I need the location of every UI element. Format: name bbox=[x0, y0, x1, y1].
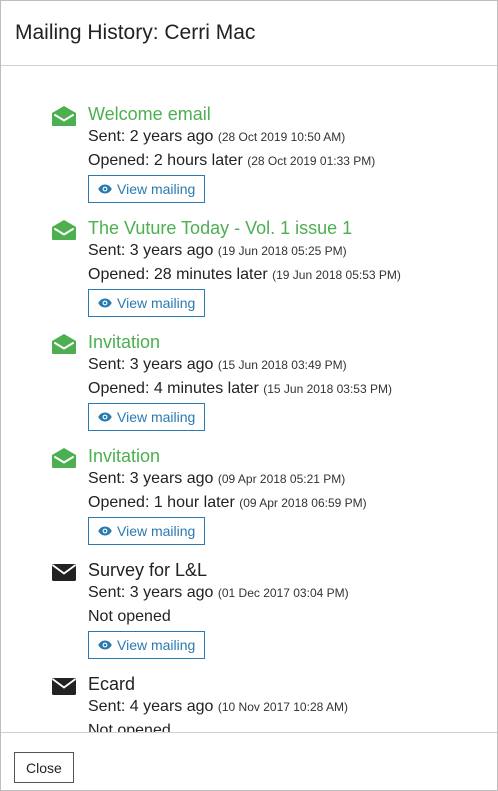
sent-line: Sent: 2 years ago (28 Oct 2019 10:50 AM) bbox=[88, 125, 489, 149]
sent-timestamp: (10 Nov 2017 10:28 AM) bbox=[217, 700, 348, 714]
eye-icon bbox=[98, 412, 112, 422]
dialog-body[interactable]: Welcome email Sent: 2 years ago (28 Oct … bbox=[1, 67, 497, 732]
view-mailing-label: View mailing bbox=[117, 181, 196, 197]
mailing-content: Invitation Sent: 3 years ago (09 Apr 201… bbox=[88, 445, 489, 545]
opened-line: Opened: 28 minutes later (19 Jun 2018 05… bbox=[88, 263, 489, 287]
opened-line: Opened: 1 hour later (09 Apr 2018 06:59 … bbox=[88, 491, 489, 515]
sent-timestamp: (19 Jun 2018 05:25 PM) bbox=[217, 244, 347, 258]
mailing-content: Survey for L&L Sent: 3 years ago (01 Dec… bbox=[88, 559, 489, 659]
eye-icon bbox=[98, 640, 112, 650]
mailing-title: The Vuture Today - Vol. 1 issue 1 bbox=[88, 218, 353, 238]
sent-text: Sent: 3 years ago bbox=[88, 242, 214, 259]
sent-text: Sent: 2 years ago bbox=[88, 128, 214, 145]
opened-timestamp: (15 Jun 2018 03:53 PM) bbox=[263, 382, 392, 396]
mailing-list: Welcome email Sent: 2 years ago (28 Oct … bbox=[1, 103, 497, 732]
sent-line: Sent: 3 years ago (09 Apr 2018 05:21 PM) bbox=[88, 467, 489, 491]
envelope-open-icon bbox=[51, 447, 77, 469]
eye-icon bbox=[98, 298, 112, 308]
mailing-item: Invitation Sent: 3 years ago (15 Jun 201… bbox=[1, 331, 497, 445]
dialog-title: Mailing History: Cerri Mac bbox=[15, 21, 256, 44]
opened-text: Opened: 1 hour later bbox=[88, 494, 235, 511]
mailing-item: Survey for L&L Sent: 3 years ago (01 Dec… bbox=[1, 559, 497, 673]
sent-timestamp: (01 Dec 2017 03:04 PM) bbox=[217, 586, 349, 600]
opened-line: Opened: 2 hours later (28 Oct 2019 01:33… bbox=[88, 149, 489, 173]
envelope-open-icon bbox=[51, 333, 77, 355]
mailing-title: Ecard bbox=[88, 674, 136, 694]
envelope-open-icon bbox=[51, 105, 77, 127]
view-mailing-label: View mailing bbox=[117, 295, 196, 311]
view-mailing-button[interactable]: View mailing bbox=[88, 403, 206, 431]
opened-timestamp: (28 Oct 2019 01:33 PM) bbox=[247, 154, 376, 168]
opened-text: Opened: 2 hours later bbox=[88, 152, 243, 169]
sent-line: Sent: 3 years ago (15 Jun 2018 03:49 PM) bbox=[88, 353, 489, 377]
view-mailing-label: View mailing bbox=[117, 409, 196, 425]
sent-text: Sent: 3 years ago bbox=[88, 356, 214, 373]
view-mailing-button[interactable]: View mailing bbox=[88, 175, 206, 203]
envelope-open-icon bbox=[51, 219, 77, 241]
view-mailing-label: View mailing bbox=[117, 523, 196, 539]
sent-line: Sent: 3 years ago (19 Jun 2018 05:25 PM) bbox=[88, 239, 489, 263]
view-mailing-button[interactable]: View mailing bbox=[88, 631, 206, 659]
view-mailing-button[interactable]: View mailing bbox=[88, 289, 206, 317]
close-button[interactable]: Close bbox=[14, 752, 74, 783]
opened-line: Opened: 4 minutes later (15 Jun 2018 03:… bbox=[88, 377, 489, 401]
mailing-item: Welcome email Sent: 2 years ago (28 Oct … bbox=[1, 103, 497, 217]
sent-timestamp: (15 Jun 2018 03:49 PM) bbox=[217, 358, 347, 372]
envelope-closed-icon bbox=[51, 561, 77, 583]
mailing-item: Invitation Sent: 3 years ago (09 Apr 201… bbox=[1, 445, 497, 559]
mailing-item: The Vuture Today - Vol. 1 issue 1 Sent: … bbox=[1, 217, 497, 331]
opened-timestamp: (19 Jun 2018 05:53 PM) bbox=[272, 268, 401, 282]
mailing-history-dialog: Mailing History: Cerri Mac Welcome email… bbox=[0, 0, 498, 791]
sent-line: Sent: 3 years ago (01 Dec 2017 03:04 PM) bbox=[88, 581, 489, 605]
sent-timestamp: (28 Oct 2019 10:50 AM) bbox=[217, 130, 346, 144]
mailing-content: The Vuture Today - Vol. 1 issue 1 Sent: … bbox=[88, 217, 489, 317]
mailing-title: Invitation bbox=[88, 332, 161, 352]
dialog-footer: Close bbox=[1, 732, 497, 790]
opened-line: Not opened bbox=[88, 605, 489, 629]
view-mailing-label: View mailing bbox=[117, 637, 196, 653]
mailing-content: Welcome email Sent: 2 years ago (28 Oct … bbox=[88, 103, 489, 203]
mailing-item: Ecard Sent: 4 years ago (10 Nov 2017 10:… bbox=[1, 673, 497, 732]
mailing-content: Invitation Sent: 3 years ago (15 Jun 201… bbox=[88, 331, 489, 431]
sent-timestamp: (09 Apr 2018 05:21 PM) bbox=[217, 472, 346, 486]
sent-line: Sent: 4 years ago (10 Nov 2017 10:28 AM) bbox=[88, 695, 489, 719]
eye-icon bbox=[98, 184, 112, 194]
mailing-title: Survey for L&L bbox=[88, 560, 208, 580]
sent-text: Sent: 3 years ago bbox=[88, 584, 214, 601]
opened-text: Opened: 28 minutes later bbox=[88, 266, 268, 283]
opened-text: Not opened bbox=[88, 608, 171, 625]
opened-line: Not opened bbox=[88, 719, 489, 732]
dialog-header: Mailing History: Cerri Mac bbox=[1, 1, 497, 66]
envelope-closed-icon bbox=[51, 675, 77, 697]
mailing-title: Invitation bbox=[88, 446, 161, 466]
opened-text: Not opened bbox=[88, 722, 171, 732]
opened-text: Opened: 4 minutes later bbox=[88, 380, 259, 397]
view-mailing-button[interactable]: View mailing bbox=[88, 517, 206, 545]
opened-timestamp: (09 Apr 2018 06:59 PM) bbox=[239, 496, 367, 510]
mailing-content: Ecard Sent: 4 years ago (10 Nov 2017 10:… bbox=[88, 673, 489, 732]
eye-icon bbox=[98, 526, 112, 536]
sent-text: Sent: 3 years ago bbox=[88, 470, 214, 487]
sent-text: Sent: 4 years ago bbox=[88, 698, 214, 715]
mailing-title: Welcome email bbox=[88, 104, 211, 124]
